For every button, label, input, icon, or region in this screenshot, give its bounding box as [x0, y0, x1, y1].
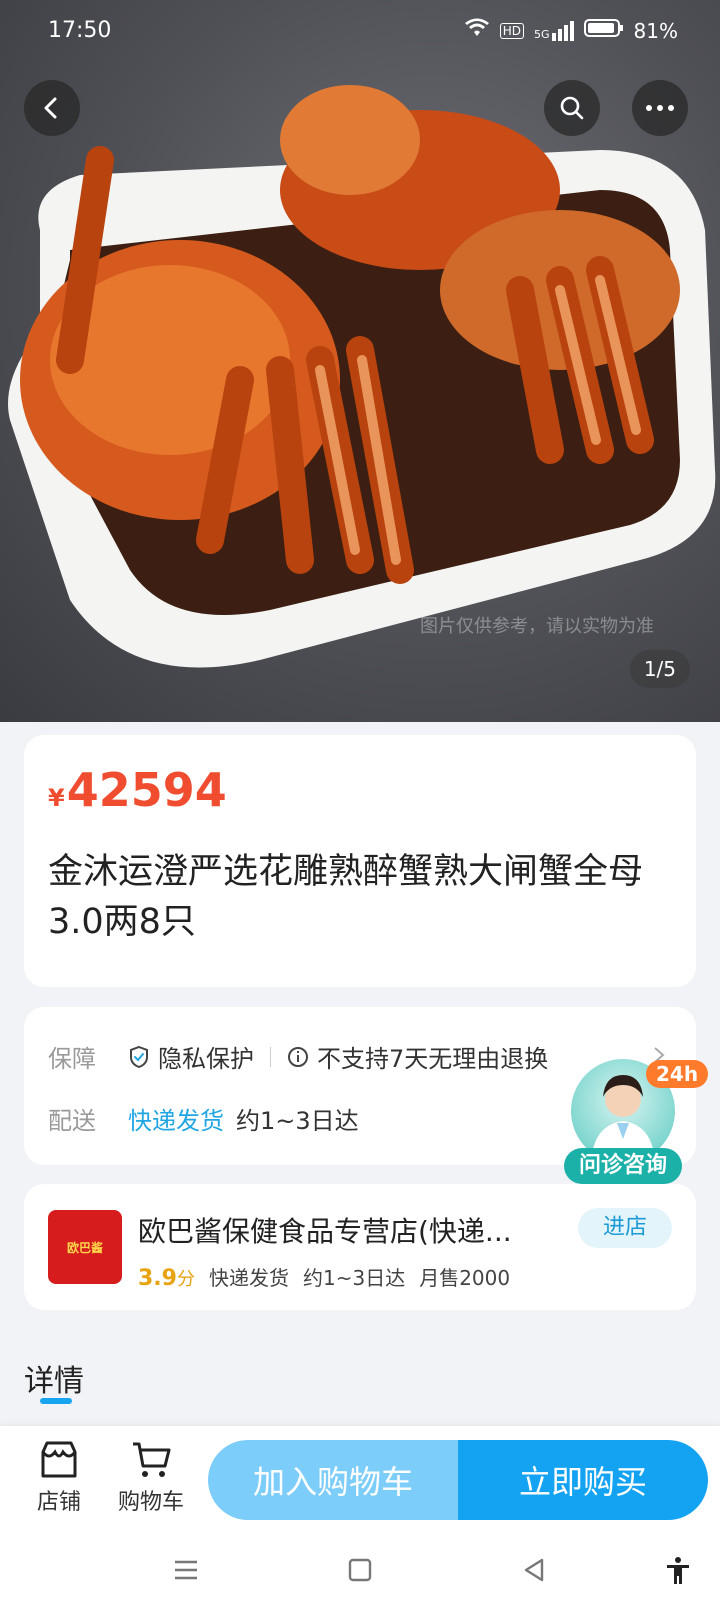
status-time: 17:50	[48, 18, 112, 43]
shop-eta: 约1~3日达	[302, 1266, 406, 1290]
guarantee-row[interactable]: 保障 隐私保护 不支持7天无理由退换	[48, 1039, 548, 1074]
cart-button[interactable]: 购物车	[106, 1436, 196, 1516]
currency-symbol: ¥	[48, 784, 65, 812]
shop-meta: 3.9分 快递发货 约1~3日达 月售2000	[138, 1262, 510, 1291]
more-button[interactable]	[632, 80, 688, 136]
product-title: 金沐运澄严选花雕熟醉蟹熟大闸蟹全母3.0两8只	[48, 852, 644, 942]
purchase-actions: 加入购物车 立即购买	[208, 1440, 708, 1520]
search-icon	[560, 96, 584, 120]
consult-label: 问诊咨询	[564, 1148, 682, 1184]
price-value: 42594	[66, 763, 227, 817]
buy-now-button[interactable]: 立即购买	[458, 1440, 708, 1520]
cart-icon	[106, 1436, 196, 1484]
accessibility-icon[interactable]	[664, 1556, 692, 1590]
more-dots-icon	[646, 105, 674, 111]
divider	[270, 1046, 271, 1067]
no-return-chip: 不支持7天无理由退换	[287, 1039, 548, 1074]
shop-logo: 欧巴酱	[48, 1210, 122, 1284]
shop-score: 3.9分	[138, 1266, 195, 1291]
add-to-cart-button[interactable]: 加入购物车	[208, 1440, 458, 1520]
hd-icon: HD	[499, 22, 525, 39]
menu-icon[interactable]	[172, 1556, 200, 1588]
shop-name: 欧巴酱保健食品专营店(快递...	[138, 1215, 512, 1248]
24h-badge: 24h	[646, 1060, 709, 1088]
shop-monthly-sales: 月售2000	[419, 1266, 511, 1290]
back-triangle-icon[interactable]	[520, 1556, 548, 1588]
privacy-label: 隐私保护	[158, 1045, 254, 1073]
search-button[interactable]	[544, 80, 600, 136]
bottom-action-bar: 店铺 购物车 加入购物车 立即购买	[0, 1426, 720, 1530]
battery-icon	[583, 18, 624, 43]
system-navigation-bar	[0, 1530, 720, 1612]
shop-delivery: 快递发货	[208, 1266, 289, 1290]
privacy-chip: 隐私保护	[128, 1039, 254, 1074]
tab-details[interactable]: 详情	[24, 1356, 84, 1400]
status-icons: HD 5G 81%	[464, 18, 678, 43]
guarantee-label: 保障	[48, 1045, 96, 1073]
home-square-icon[interactable]	[346, 1556, 374, 1588]
store-button[interactable]: 店铺	[14, 1436, 104, 1516]
enter-shop-button[interactable]: 进店	[578, 1208, 672, 1248]
doctor-consult-button[interactable]: 24h 问诊咨询	[564, 1056, 709, 1184]
image-counter: 1/5	[629, 650, 690, 688]
delivery-eta: 约1~3日达	[236, 1107, 359, 1135]
no-return-label: 不支持7天无理由退换	[317, 1045, 549, 1073]
delivery-method: 快递发货	[128, 1107, 224, 1135]
store-icon	[14, 1436, 104, 1484]
image-watermark: 图片仅供参考，请以实物为准	[420, 616, 654, 637]
status-bar: 17:50 HD 5G 81%	[0, 0, 720, 62]
shield-check-icon	[128, 1045, 150, 1069]
shop-card[interactable]: 欧巴酱 欧巴酱保健食品专营店(快递... 3.9分 快递发货 约1~3日达 月售…	[24, 1184, 696, 1310]
delivery-label: 配送	[48, 1107, 96, 1135]
cart-label: 购物车	[117, 1490, 184, 1515]
battery-percent: 81%	[633, 18, 678, 43]
chevron-left-icon	[44, 97, 57, 119]
price-card: ¥42594 金沐运澄严选花雕熟醉蟹熟大闸蟹全母3.0两8只	[24, 735, 696, 987]
wifi-icon	[464, 18, 490, 43]
info-icon	[287, 1046, 309, 1068]
delivery-row: 配送 快递发货 约1~3日达	[48, 1101, 359, 1136]
back-button[interactable]	[24, 80, 80, 136]
signal-icon: 5G	[534, 20, 574, 41]
tab-indicator	[40, 1398, 72, 1404]
price: ¥42594	[48, 763, 227, 817]
shop-logo-text: 欧巴酱	[66, 1240, 103, 1255]
store-label: 店铺	[36, 1490, 81, 1515]
